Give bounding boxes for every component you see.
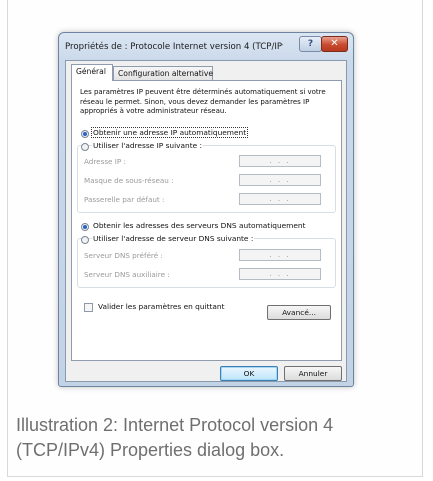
close-button[interactable]: ✕ [321, 36, 348, 52]
dns-auto-label[interactable]: Obtenir les adresses des serveurs DNS au… [92, 221, 307, 230]
tab-general[interactable]: Général [71, 64, 113, 81]
dns-manual-radio[interactable] [81, 236, 89, 244]
alternate-dns-field[interactable]: . . . [239, 268, 321, 280]
ip-auto-label[interactable]: Obtenir une adresse IP automatiquement [90, 127, 249, 138]
general-tab-panel: Les paramètres IP peuvent être déterminé… [71, 80, 342, 361]
validate-checkbox[interactable] [84, 303, 93, 312]
cancel-button[interactable]: Annuler [284, 366, 342, 381]
alternate-dns-label: Serveur DNS auxiliaire : [84, 270, 170, 279]
intro-text: Les paramètres IP peuvent être déterminé… [80, 88, 326, 115]
properties-dialog: Propriétés de : Protocole Internet versi… [58, 32, 354, 387]
figure-caption: Illustration 2: Internet Protocol versio… [16, 415, 334, 460]
help-button[interactable]: ? [299, 36, 322, 52]
dns-auto-radio[interactable] [81, 223, 89, 231]
validate-label[interactable]: Valider les paramètres en quittant [97, 302, 226, 311]
dns-manual-label[interactable]: Utiliser l'adresse de serveur DNS suivan… [92, 234, 255, 243]
preferred-dns-field[interactable]: . . . [239, 249, 321, 261]
tab-alternative-configuration[interactable]: Configuration alternative [113, 66, 213, 80]
default-gateway-label: Passerelle par défaut : [84, 195, 165, 204]
ok-button[interactable]: OK [220, 366, 278, 381]
dialog-client-area: Général Configuration alternative Les pa… [65, 60, 347, 382]
ip-auto-radio[interactable] [81, 130, 89, 138]
ip-address-field[interactable]: . . . [239, 155, 321, 167]
subnet-mask-field[interactable]: . . . [239, 174, 321, 186]
preferred-dns-label: Serveur DNS préféré : [84, 251, 163, 260]
default-gateway-field[interactable]: . . . [239, 193, 321, 205]
help-icon: ? [307, 39, 314, 49]
dns-manual-group [77, 238, 336, 288]
advanced-button[interactable]: Avancé... [267, 305, 331, 320]
dialog-title: Propriétés de : Protocole Internet versi… [65, 42, 283, 52]
ip-manual-label[interactable]: Utiliser l'adresse IP suivante : [92, 141, 204, 150]
ip-manual-radio[interactable] [81, 143, 89, 151]
subnet-mask-label: Masque de sous-réseau : [84, 176, 174, 185]
ip-address-label: Adresse IP : [84, 157, 126, 166]
close-icon: ✕ [330, 38, 339, 49]
